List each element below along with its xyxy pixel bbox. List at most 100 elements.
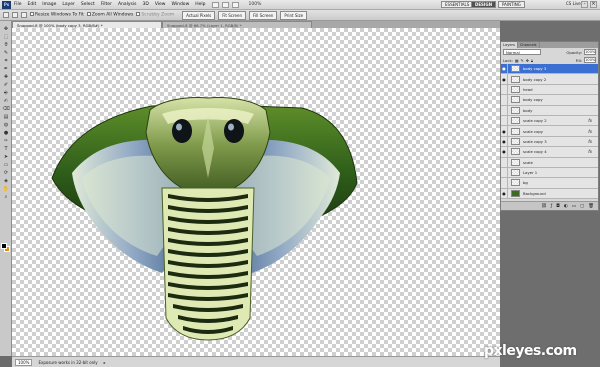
workspace-essentials[interactable]: ESSENTIALS (441, 1, 474, 8)
menu-item-filter[interactable]: Filter (101, 2, 112, 7)
link-icon[interactable]: ⛓ (541, 204, 547, 209)
history-brush-icon[interactable]: ✍ (2, 97, 10, 104)
layer-row[interactable]: ● scale copy fx (501, 126, 598, 137)
app-zoom-level[interactable]: 100% (249, 2, 262, 7)
status-arrow-icon[interactable]: ▸ (104, 360, 106, 365)
zoom-icon[interactable]: ⌕ (2, 193, 10, 200)
menu-item-file[interactable]: File (14, 2, 22, 7)
blur-icon[interactable]: ◍ (2, 121, 10, 128)
shape-icon[interactable]: ▭ (2, 161, 10, 168)
menu-item-layer[interactable]: Layer (62, 2, 75, 7)
healing-icon[interactable]: ✚ (2, 73, 10, 80)
group-icon[interactable]: ▭ (572, 204, 576, 209)
menu-item-3d[interactable]: 3D (142, 2, 148, 7)
mini-bridge-icon[interactable] (221, 1, 229, 8)
document-tab[interactable]: Snapped-8 @ 100% (body copy 3, RGB/8#) * (12, 21, 162, 28)
fx-icon[interactable]: ƒ (551, 204, 553, 209)
resize-windows-option[interactable]: Resize Windows To Fit (30, 12, 84, 18)
menu-item-edit[interactable]: Edit (28, 2, 37, 7)
actual-pixels-button[interactable]: Actual Pixels (182, 10, 216, 20)
layer-row[interactable]: Layer 1 (501, 167, 598, 179)
foreground-color-swatch[interactable] (1, 243, 7, 249)
hand-icon[interactable]: ✋ (2, 185, 10, 192)
pen-icon[interactable]: ✑ (2, 137, 10, 144)
eye-icon[interactable]: ● (501, 63, 508, 74)
menu-item-select[interactable]: Select (81, 2, 95, 7)
layer-row[interactable]: bg (501, 178, 598, 189)
scrubby-zoom-option[interactable]: Scrubby Zoom (136, 12, 174, 18)
layer-row[interactable]: scale (501, 157, 598, 168)
lock-all-icon[interactable]: 🔒︎ (531, 58, 533, 63)
menu-item-help[interactable]: Help (195, 2, 205, 7)
mask-icon[interactable]: ◘ (556, 204, 560, 209)
brush-icon[interactable]: ✐ (2, 81, 10, 88)
lock-transparency-icon[interactable]: ▦ (515, 58, 519, 63)
fx-icon[interactable]: fx (588, 149, 592, 154)
dodge-icon[interactable]: ● (2, 129, 10, 136)
cs-live[interactable]: CS Live (566, 1, 581, 6)
quick-select-icon[interactable]: ✎ (2, 49, 10, 56)
trash-icon[interactable]: 🗑︎ (588, 204, 594, 209)
fit-screen-button[interactable]: Fit Screen (218, 10, 246, 20)
document-canvas[interactable] (12, 28, 500, 356)
eye-icon[interactable]: ● (501, 126, 508, 137)
stamp-icon[interactable]: ⎆ (2, 89, 10, 96)
eye-icon[interactable] (501, 115, 508, 126)
layer-row[interactable]: head (501, 84, 598, 96)
zoom-in-icon[interactable] (12, 12, 18, 18)
menu-item-analysis[interactable]: Analysis (118, 2, 137, 7)
layer-row[interactable]: ● scale copy 3 fx (501, 136, 598, 148)
marquee-icon[interactable]: ⬚ (2, 33, 10, 40)
type-icon[interactable]: T (2, 145, 10, 152)
eye-icon[interactable] (501, 178, 508, 188)
zoom-all-windows-option[interactable]: Zoom All Windows (86, 12, 133, 18)
lock-pixels-icon[interactable]: ✎ (521, 58, 524, 63)
lock-position-icon[interactable]: ✥ (526, 58, 529, 63)
layer-row[interactable]: body copy (501, 94, 598, 106)
fill-screen-button[interactable]: Fill Screen (248, 10, 278, 20)
adjustment-icon[interactable]: ◐ (564, 204, 568, 209)
layer-row[interactable]: ● body copy 3 (501, 63, 598, 75)
eye-icon[interactable] (501, 167, 508, 178)
view-extras-icon[interactable] (231, 1, 239, 8)
eye-icon[interactable]: ● (501, 146, 508, 157)
blend-mode-select[interactable]: Normal (503, 49, 541, 55)
fx-icon[interactable]: fx (588, 129, 592, 134)
3d-rotate-icon[interactable]: ⟳ (2, 169, 10, 176)
lasso-icon[interactable]: ϑ (2, 41, 10, 48)
fx-icon[interactable]: fx (588, 139, 592, 144)
path-select-icon[interactable]: ➤ (2, 153, 10, 160)
eye-icon[interactable] (501, 157, 508, 168)
new-layer-icon[interactable]: ▢ (580, 204, 584, 209)
status-zoom[interactable]: 100% (15, 358, 33, 366)
layer-row[interactable]: body (501, 105, 598, 116)
fill-input[interactable]: 100% (584, 57, 596, 63)
document-tab[interactable]: Snapped-8 @ 66.7% (Layer 1, RGB/8) * (162, 21, 312, 28)
layers-tab-layers[interactable]: Layers (501, 42, 518, 48)
layers-tab-channels[interactable]: Channels (518, 42, 540, 48)
close-icon[interactable]: × (590, 1, 597, 8)
opacity-input[interactable]: 100% (584, 49, 596, 55)
eye-icon[interactable]: ● (501, 136, 508, 147)
layer-row[interactable]: ● scale copy 4 fx (501, 146, 598, 158)
minimize-icon[interactable]: - (581, 1, 588, 8)
bridge-icon[interactable] (211, 1, 219, 8)
eraser-icon[interactable]: ⌫ (2, 105, 10, 112)
menu-item-view[interactable]: View (155, 2, 166, 7)
eye-icon[interactable]: ● (501, 188, 508, 199)
menu-item-window[interactable]: Window (172, 2, 190, 7)
layer-row[interactable]: ● Background (501, 188, 598, 200)
layer-row[interactable]: ● body copy 2 (501, 74, 598, 85)
eyedropper-icon[interactable]: ✒ (2, 65, 10, 72)
eye-icon[interactable]: ● (501, 74, 508, 85)
layer-row[interactable]: scale copy 2 fx (501, 115, 598, 127)
eye-icon[interactable] (501, 84, 508, 95)
workspace-design[interactable]: DESIGN (471, 1, 497, 8)
fx-icon[interactable]: fx (588, 118, 592, 123)
eye-icon[interactable] (501, 105, 508, 116)
move-icon[interactable]: ✥ (2, 25, 10, 32)
crop-icon[interactable]: ⌗ (2, 57, 10, 64)
workspace-painting[interactable]: PAINTING (498, 1, 525, 8)
zoom-out-icon[interactable] (21, 12, 27, 18)
3d-camera-icon[interactable]: ◈ (2, 177, 10, 184)
